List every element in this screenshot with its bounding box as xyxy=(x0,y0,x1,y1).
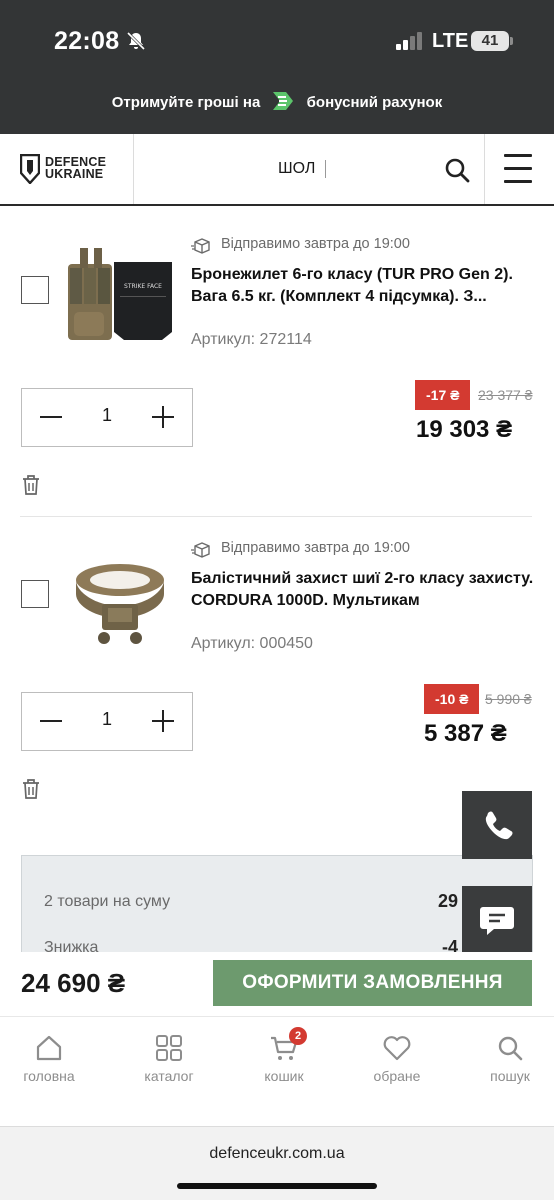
bonus-arrow-icon xyxy=(273,92,294,110)
battery-indicator: 41 xyxy=(471,31,509,51)
logo-shield-icon xyxy=(20,154,40,184)
cart-count-badge: 2 xyxy=(289,1027,307,1045)
call-button[interactable] xyxy=(462,791,532,859)
header-divider xyxy=(133,134,134,204)
heart-icon xyxy=(383,1036,411,1061)
decrease-quantity-button[interactable] xyxy=(40,416,62,418)
network-type: LTE xyxy=(432,30,469,52)
bonus-promo-link[interactable]: Отримуйте гроші на бонусний рахунок xyxy=(0,92,554,114)
old-price: 23 377 ₴ xyxy=(478,387,533,403)
logo-text: DEFENCE UKRAINE xyxy=(45,155,107,181)
order-summary: 2 товари на суму 29 367 ₴ Знижка -4 677 … xyxy=(21,855,533,953)
cart-item: STRIKE FACE Відправимо завтра до 19:00 Б… xyxy=(0,206,554,518)
trash-icon[interactable] xyxy=(21,778,41,800)
decrease-quantity-button[interactable] xyxy=(40,720,62,722)
old-price: 5 990 ₴ xyxy=(485,691,532,707)
site-logo[interactable]: DEFENCE UKRAINE xyxy=(20,154,130,184)
product-image-neck-collar[interactable] xyxy=(62,540,178,656)
nav-item-catalog[interactable]: каталог xyxy=(124,1033,214,1084)
order-total: 24 690 ₴ xyxy=(21,968,126,998)
phone-icon xyxy=(485,811,513,840)
quantity-value[interactable]: 1 xyxy=(94,405,120,426)
home-indicator[interactable] xyxy=(177,1183,377,1189)
menu-button[interactable] xyxy=(504,152,534,186)
quantity-stepper: 1 xyxy=(21,692,193,751)
promo-text-after: бонусний рахунок xyxy=(306,93,443,111)
battery-tip xyxy=(510,37,513,45)
shipping-box-icon xyxy=(191,542,210,558)
cart-item: Відправимо завтра до 19:00 Балістичний з… xyxy=(0,518,554,818)
home-icon xyxy=(36,1035,62,1061)
product-title-link[interactable]: Балістичний захист шиї 2-го класу захист… xyxy=(191,568,536,612)
header-divider xyxy=(484,134,485,204)
quantity-stepper: 1 xyxy=(21,388,193,447)
url-text[interactable]: defenceukr.com.ua xyxy=(0,1145,554,1163)
chat-button[interactable] xyxy=(462,886,532,954)
chat-icon xyxy=(480,907,514,935)
nav-label: обране xyxy=(373,1068,421,1084)
search-icon xyxy=(498,1036,523,1061)
shipping-box-icon xyxy=(191,238,210,254)
checkout-button[interactable]: ОФОРМИТИ ЗАМОВЛЕННЯ xyxy=(213,960,532,1006)
svg-text:STRIKE FACE: STRIKE FACE xyxy=(124,283,162,290)
nav-item-cart[interactable]: 2 кошик xyxy=(239,1027,329,1084)
item-price: 5 387 ₴ xyxy=(424,720,507,747)
shipping-info: Відправимо завтра до 19:00 xyxy=(221,236,410,252)
item-divider xyxy=(20,516,532,517)
bottom-navigation: головна каталог 2 кошик обране пошук xyxy=(0,1016,554,1126)
discount-badge: -17 ₴ xyxy=(415,380,471,410)
increase-quantity-button[interactable] xyxy=(152,406,174,428)
nav-label: кошик xyxy=(264,1068,304,1084)
search-input[interactable]: ШОЛ xyxy=(278,160,315,178)
signal-icon xyxy=(396,32,422,50)
text-caret xyxy=(325,160,326,178)
product-sku: Артикул: 272114 xyxy=(191,331,312,348)
product-sku: Артикул: 000450 xyxy=(191,635,313,652)
nav-item-favorites[interactable]: обране xyxy=(352,1033,442,1084)
discount-label: Знижка xyxy=(44,939,99,953)
nav-item-search[interactable]: пошук xyxy=(465,1033,554,1084)
trash-icon[interactable] xyxy=(21,474,41,496)
checkout-bar: 24 690 ₴ ОФОРМИТИ ЗАМОВЛЕННЯ xyxy=(0,952,554,1016)
shipping-info: Відправимо завтра до 19:00 xyxy=(221,540,410,556)
top-banner: 22:08 LTE 41 Отримуйте гроші на бонусний… xyxy=(0,0,554,134)
nav-item-home[interactable]: головна xyxy=(4,1033,94,1084)
silent-bell-icon xyxy=(126,31,146,51)
items-total-label: 2 товари на суму xyxy=(44,893,171,910)
item-checkbox[interactable] xyxy=(21,580,49,608)
product-title-link[interactable]: Бронежилет 6-го класу (TUR PRO Gen 2). В… xyxy=(191,264,536,308)
nav-label: головна xyxy=(23,1068,75,1084)
site-header: DEFENCE UKRAINE ШОЛ xyxy=(0,134,554,206)
item-price: 19 303 ₴ xyxy=(416,416,513,443)
nav-label: пошук xyxy=(490,1068,530,1084)
product-image-vest[interactable]: STRIKE FACE xyxy=(62,234,178,350)
item-checkbox[interactable] xyxy=(21,276,49,304)
increase-quantity-button[interactable] xyxy=(152,710,174,732)
browser-address-bar: defenceukr.com.ua xyxy=(0,1126,554,1200)
promo-text-before: Отримуйте гроші на xyxy=(111,93,261,111)
quantity-value[interactable]: 1 xyxy=(94,709,120,730)
status-time: 22:08 xyxy=(54,27,120,55)
nav-label: каталог xyxy=(144,1068,194,1084)
discount-badge: -10 ₴ xyxy=(424,684,480,714)
search-icon[interactable] xyxy=(443,156,471,184)
catalog-icon xyxy=(156,1035,182,1061)
